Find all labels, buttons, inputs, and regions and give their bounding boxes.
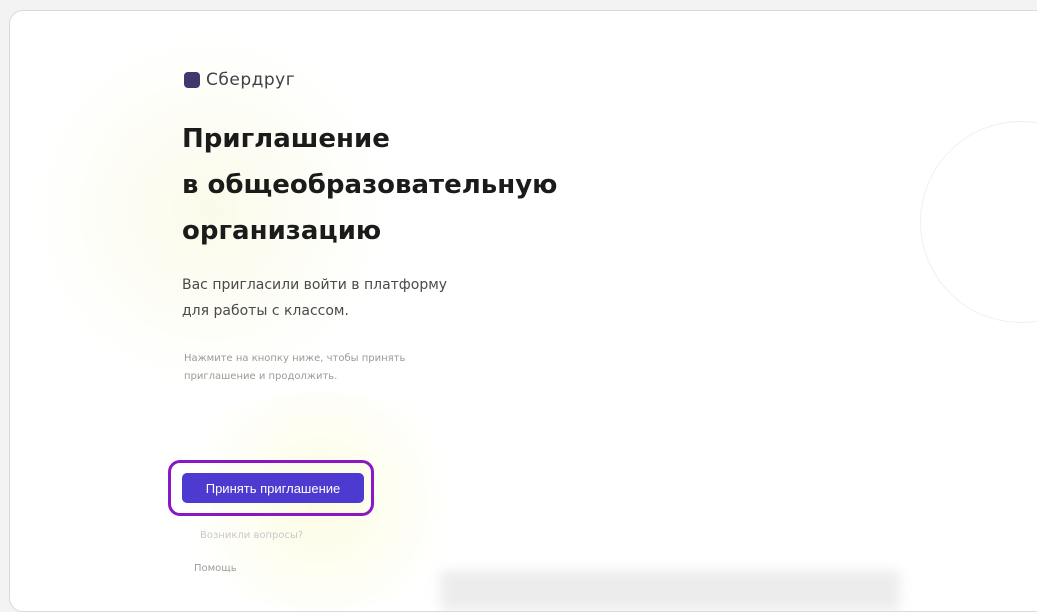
- subtitle-line: для работы с классом.: [182, 303, 349, 319]
- page-title-line: в общеобразовательную: [182, 170, 558, 200]
- brand-logo: Сбердруг: [184, 58, 694, 102]
- page-title: Приглашение в общеобразовательную органи…: [182, 116, 694, 254]
- logo-icon: [184, 72, 200, 88]
- accept-invitation-button[interactable]: Принять приглашение: [182, 473, 364, 503]
- bottom-shadow: [440, 571, 900, 611]
- subtitle-line: Вас пригласили войти в платформу: [182, 277, 448, 293]
- helper-note: Нажмите на кнопку ниже, чтобы принять пр…: [184, 350, 694, 386]
- help-link[interactable]: Помощь: [194, 563, 237, 574]
- background-decoration: [920, 121, 1037, 323]
- note-line: приглашение и продолжить.: [184, 371, 338, 382]
- invitation-content: Сбердруг Приглашение в общеобразовательн…: [174, 58, 694, 386]
- note-line: Нажмите на кнопку ниже, чтобы принять: [184, 353, 406, 364]
- footer-text: Возникли вопросы?: [200, 530, 304, 541]
- page-title-line: организацию: [182, 216, 382, 246]
- page-title-line: Приглашение: [182, 124, 390, 154]
- page-subtitle: Вас пригласили войти в платформу для раб…: [182, 272, 694, 324]
- brand-name: Сбердруг: [206, 70, 296, 90]
